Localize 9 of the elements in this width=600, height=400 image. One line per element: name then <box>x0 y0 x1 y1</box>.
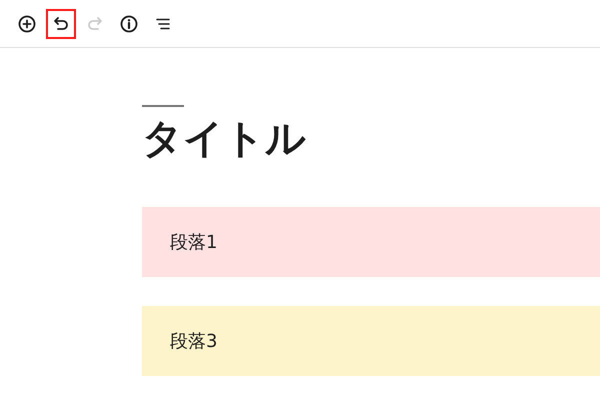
paragraph-text: 段落3 <box>170 330 218 354</box>
redo-icon <box>86 14 104 32</box>
info-icon <box>120 14 138 32</box>
toolbar-button[interactable] <box>46 8 76 38</box>
paragraph-text: 段落1 <box>170 230 218 254</box>
add-icon <box>18 14 36 32</box>
title-rule <box>142 105 184 107</box>
page-title: タイトル <box>142 115 307 164</box>
undo-icon <box>52 14 70 32</box>
